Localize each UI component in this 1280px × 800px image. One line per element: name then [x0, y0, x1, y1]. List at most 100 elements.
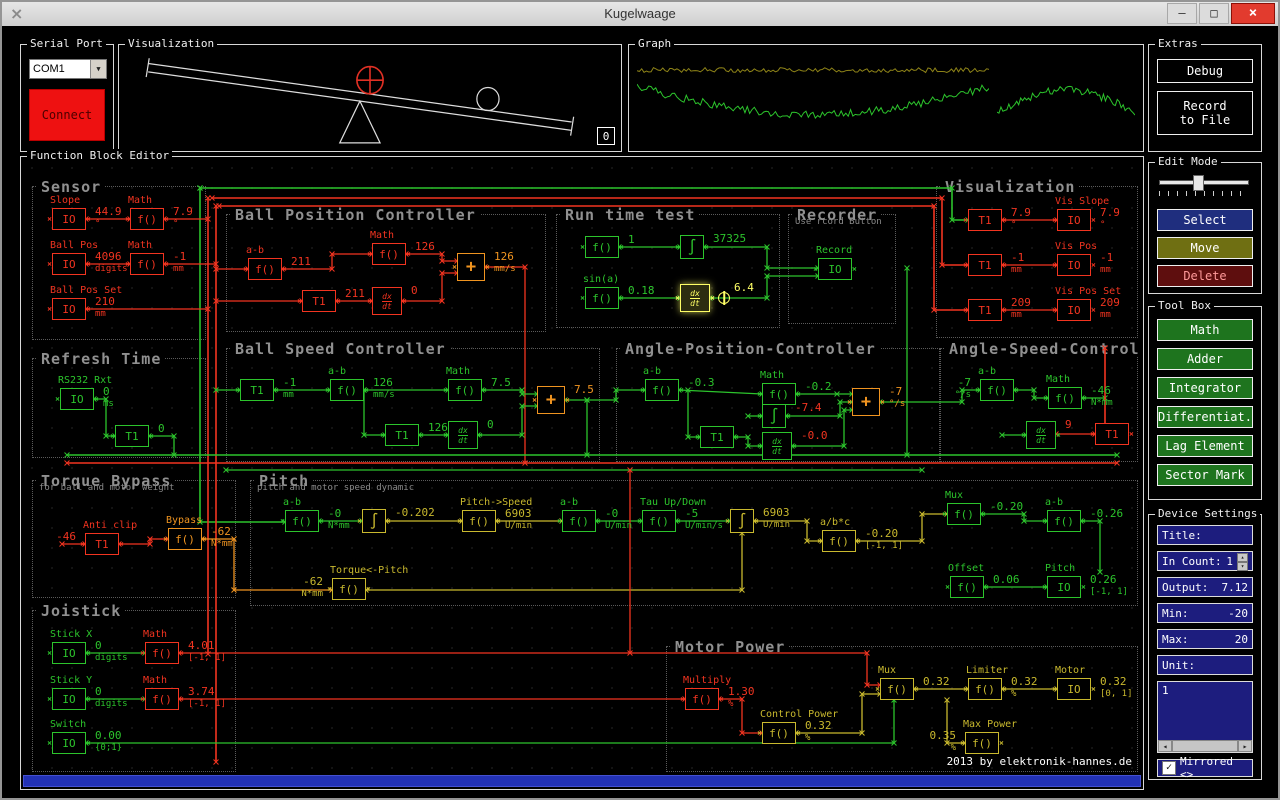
block-body-fn[interactable]: f() — [822, 530, 856, 552]
block-body-fn[interactable]: f() — [968, 678, 1002, 700]
block-offset[interactable]: f()Offset0.06 — [950, 576, 984, 598]
block-diff[interactable]: dxdt6.4 — [680, 284, 710, 312]
block-body-io[interactable]: IO — [1057, 678, 1091, 700]
block-body-diff[interactable]: dxdt — [372, 287, 402, 315]
block-body-io[interactable]: IO — [818, 258, 852, 280]
block-math[interactable]: f()Math126 — [372, 243, 406, 265]
block-body-fn[interactable]: f() — [1048, 387, 1082, 409]
block-body-t1[interactable]: T1 — [1095, 423, 1129, 445]
block-a-b[interactable]: f()a-b-0U/min — [562, 510, 596, 532]
block-pitch-speed[interactable]: f()Pitch->Speed6903U/min — [462, 510, 496, 532]
tool-lag-element[interactable]: Lag Element — [1157, 435, 1253, 457]
block-body-fn[interactable]: f() — [372, 243, 406, 265]
block-integ[interactable]: ∫-7.4 — [762, 404, 786, 428]
block-body-fn[interactable]: f() — [130, 253, 164, 275]
block-t1[interactable]: T17.9° — [968, 209, 1002, 231]
record-to-file-button[interactable]: Record to File — [1157, 91, 1253, 135]
block-math[interactable]: f()Math-46N*mm — [1048, 387, 1082, 409]
in-count-spinner[interactable]: ▴ ▾ — [1237, 553, 1248, 569]
mirrored-checkbox[interactable]: ✓ — [1162, 761, 1176, 775]
block-fn[interactable]: f()1 — [585, 236, 619, 258]
block-t1[interactable]: T1211 — [302, 290, 336, 312]
block-anti-clip[interactable]: T1Anti clip-46 — [85, 533, 119, 555]
block-body-t1[interactable]: T1 — [240, 379, 274, 401]
block-body-io[interactable]: IO — [1057, 299, 1091, 321]
block-body-fn[interactable]: f() — [880, 678, 914, 700]
block-body-fn[interactable]: f() — [762, 722, 796, 744]
block-body-fn[interactable]: f() — [642, 510, 676, 532]
block-t1[interactable]: T1209mm — [968, 299, 1002, 321]
block-body-t1[interactable]: T1 — [85, 533, 119, 555]
block-record[interactable]: IORecord — [818, 258, 852, 280]
debug-button[interactable]: Debug — [1157, 59, 1253, 83]
block-body-fn[interactable]: f() — [330, 379, 364, 401]
block-math[interactable]: f()Math4.01[-1, 1] — [145, 642, 179, 664]
block-body-io[interactable]: IO — [1057, 254, 1091, 276]
block-add[interactable]: +-7°/s — [852, 388, 880, 416]
block-vis-pos[interactable]: IOVis Pos-1mm — [1057, 254, 1091, 276]
tool-integrator[interactable]: Integrator — [1157, 377, 1253, 399]
block-t1[interactable]: T10 — [115, 425, 149, 447]
block-a-b[interactable]: f()a-b-0.3 — [645, 379, 679, 401]
block-a-b[interactable]: f()a-b-0N*mm — [285, 510, 319, 532]
block-a-b[interactable]: f()a-b126mm/s — [330, 379, 364, 401]
block-add[interactable]: +126mm/s — [457, 253, 485, 281]
block-body-t1[interactable]: T1 — [385, 424, 419, 446]
block-mux[interactable]: f()Mux0.32 — [880, 678, 914, 700]
block-body-io[interactable]: IO — [52, 732, 86, 754]
block-a-b[interactable]: f()a-b-0.26 — [1047, 510, 1081, 532]
block-body-t1[interactable]: T1 — [115, 425, 149, 447]
block-t1[interactable]: T1 — [1095, 423, 1129, 445]
block-body-fn[interactable]: f() — [248, 258, 282, 280]
block-motor[interactable]: IOMotor0.32[0, 1] — [1057, 678, 1091, 700]
block-a-b[interactable]: f()a-b-7°/s — [980, 379, 1014, 401]
tool-adder[interactable]: Adder — [1157, 348, 1253, 370]
block-body-fn[interactable]: f() — [1047, 510, 1081, 532]
block-body-fn[interactable]: f() — [645, 379, 679, 401]
edit-mode-slider[interactable] — [1157, 171, 1251, 197]
device-list[interactable]: 1 ◂ ▸ — [1157, 681, 1253, 753]
scroll-thumb[interactable] — [1172, 740, 1238, 752]
spinner-down-icon[interactable]: ▾ — [1237, 562, 1248, 571]
slider-thumb[interactable] — [1193, 175, 1204, 191]
block-body-fn[interactable]: f() — [145, 642, 179, 664]
delete-button[interactable]: Delete — [1157, 265, 1253, 287]
unit-field[interactable]: Unit: — [1157, 655, 1253, 675]
block-vis-slope[interactable]: IOVis Slope7.9° — [1057, 209, 1091, 231]
move-button[interactable]: Move — [1157, 237, 1253, 259]
block-a-b[interactable]: f()a-b211 — [248, 258, 282, 280]
block-math[interactable]: f()Math7.5 — [448, 379, 482, 401]
block-switch[interactable]: IOSwitch0.00{0;1} — [52, 732, 86, 754]
block-sin-a[interactable]: f()sin(a)0.18 — [585, 287, 619, 309]
block-body-io[interactable]: IO — [52, 253, 86, 275]
block-body-t1[interactable]: T1 — [968, 209, 1002, 231]
tool-math[interactable]: Math — [1157, 319, 1253, 341]
block-body-io[interactable]: IO — [60, 388, 94, 410]
block-body-fn[interactable]: f() — [332, 578, 366, 600]
block-integ[interactable]: ∫6903U/min — [730, 509, 754, 533]
block-body-io[interactable]: IO — [1047, 576, 1081, 598]
block-diff[interactable]: dxdt0 — [448, 421, 478, 449]
block-body-fn[interactable]: f() — [562, 510, 596, 532]
block-body-io[interactable]: IO — [1057, 209, 1091, 231]
block-ball-pos-set[interactable]: IOBall Pos Set210mm — [52, 298, 86, 320]
block-body-io[interactable]: IO — [52, 208, 86, 230]
maximize-button[interactable]: □ — [1199, 3, 1229, 24]
block-multiply[interactable]: f()Multiply1.30% — [685, 688, 719, 710]
block-diff[interactable]: dxdt0 — [372, 287, 402, 315]
in-count-field[interactable]: In Count: 1 ▴ ▾ — [1157, 551, 1253, 571]
list-item[interactable]: 1 — [1158, 682, 1252, 699]
min-field[interactable]: Min: -20 — [1157, 603, 1253, 623]
max-field[interactable]: Max: 20 — [1157, 629, 1253, 649]
block-body-integ[interactable]: ∫ — [762, 404, 786, 428]
block-body-io[interactable]: IO — [52, 688, 86, 710]
block-t1[interactable]: T1 — [700, 426, 734, 448]
block-body-fn[interactable]: f() — [145, 688, 179, 710]
block-body-diff[interactable]: dxdt — [680, 284, 710, 312]
block-control-power[interactable]: f()Control Power0.32% — [762, 722, 796, 744]
block-body-t1[interactable]: T1 — [700, 426, 734, 448]
connect-button[interactable]: Connect — [29, 89, 105, 141]
scroll-right-icon[interactable]: ▸ — [1238, 740, 1252, 752]
block-math[interactable]: f()Math7.9° — [130, 208, 164, 230]
block-bypass[interactable]: f()Bypass-62N*mm — [168, 528, 202, 550]
